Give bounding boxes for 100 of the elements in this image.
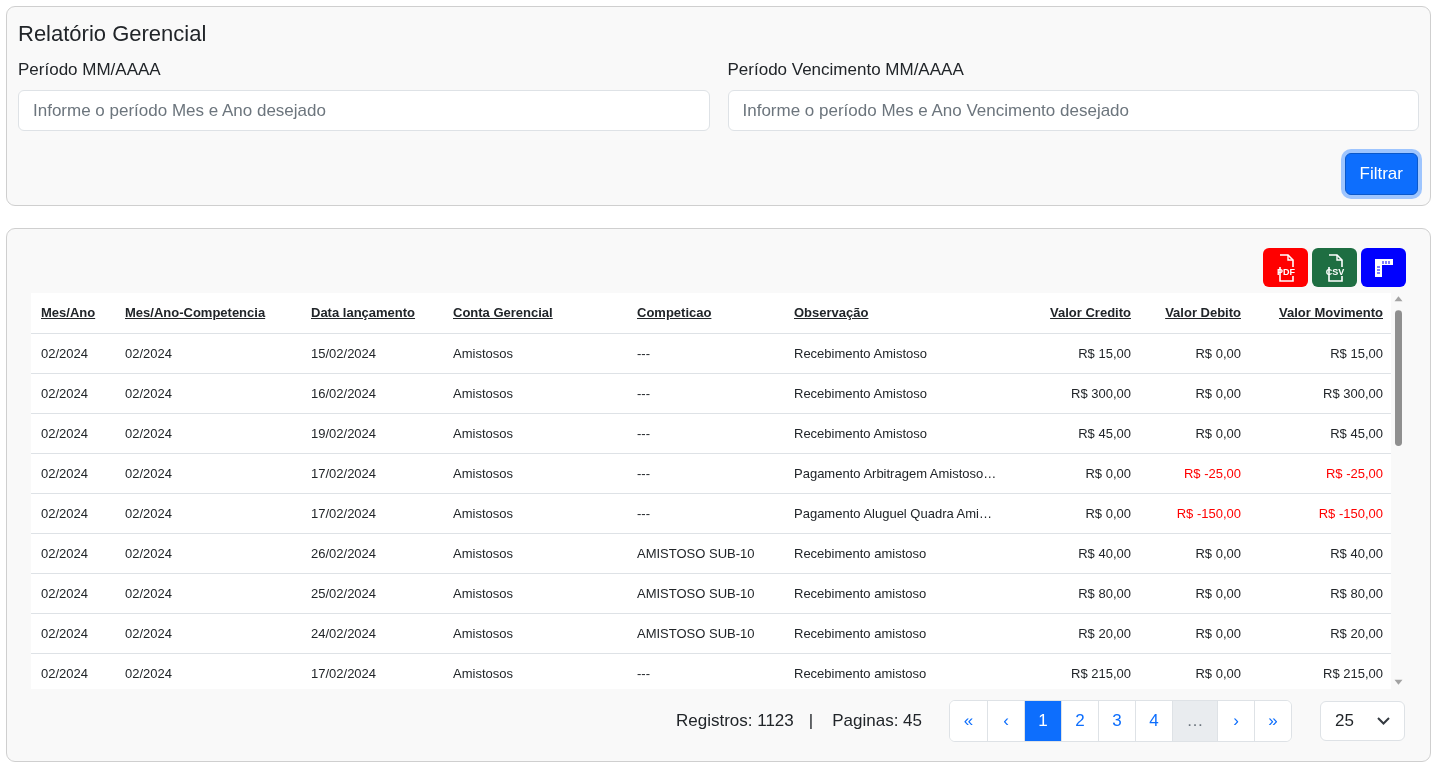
amount-cell: R$ 40,00	[1250, 533, 1391, 573]
table-cell: Amistosos	[443, 373, 627, 413]
nav-button[interactable]: »	[1254, 701, 1291, 741]
table-cell: AMISTOSO SUB-10	[627, 613, 784, 653]
records-count: Registros: 1123	[675, 711, 794, 731]
table-cell: 02/2024	[115, 493, 301, 533]
column-header[interactable]: Competicao	[637, 305, 712, 321]
table-cell: Amistosos	[443, 653, 627, 689]
amount-cell: R$ 0,00	[1140, 613, 1250, 653]
amount-cell: R$ -150,00	[1250, 493, 1391, 533]
column-header[interactable]: Mes/Ano	[41, 305, 96, 321]
table-cell: 02/2024	[115, 573, 301, 613]
table-cell: ---	[627, 373, 784, 413]
table-cell: Amistosos	[443, 333, 627, 373]
table-cell: Pagamento Aluguel Quadra Ami…	[784, 493, 1030, 533]
amount-cell: R$ 20,00	[1250, 613, 1391, 653]
table-cell: Recebimento Amistoso	[784, 333, 1030, 373]
amount-cell: R$ 0,00	[1140, 373, 1250, 413]
amount-cell: R$ 0,00	[1140, 533, 1250, 573]
table-cell: 17/02/2024	[301, 653, 443, 689]
field-label: Período Vencimento MM/AAAA	[727, 60, 964, 80]
period-input[interactable]: Informe o período Mes e Ano desejado	[18, 90, 710, 131]
columns-icon	[1373, 257, 1394, 278]
table-cell: Recebimento Amistoso	[784, 373, 1030, 413]
columns-export-button[interactable]	[1361, 248, 1406, 287]
table-cell: ---	[627, 653, 784, 689]
amount-cell: R$ 80,00	[1030, 573, 1140, 613]
table-cell: 17/02/2024	[301, 493, 443, 533]
table-cell: Amistosos	[443, 533, 627, 573]
amount-cell: R$ 215,00	[1250, 653, 1391, 689]
column-header[interactable]: Observação	[794, 305, 869, 321]
column-header[interactable]: Valor Credito	[1050, 305, 1131, 321]
amount-cell: R$ 0,00	[1140, 333, 1250, 373]
period-input[interactable]: Informe o período Mes e Ano Vencimento desejado	[727, 90, 1419, 131]
column-header[interactable]: Valor Movimento	[1278, 305, 1383, 321]
chevron-down-icon	[1377, 717, 1390, 725]
table-cell: ---	[627, 493, 784, 533]
amount-cell: R$ 45,00	[1030, 413, 1140, 453]
table-cell: AMISTOSO SUB-10	[627, 533, 784, 573]
table-cell: 02/2024	[31, 573, 115, 613]
amount-cell: R$ 80,00	[1250, 573, 1391, 613]
table-cell: 15/02/2024	[301, 333, 443, 373]
table-cell: 02/2024	[115, 373, 301, 413]
report-title: Relatório Gerencial	[18, 21, 207, 47]
table-cell: ---	[627, 453, 784, 493]
table-cell: 02/2024	[31, 533, 115, 573]
table-cell: 24/02/2024	[301, 613, 443, 653]
table-cell: Amistosos	[443, 413, 627, 453]
table-cell: ---	[627, 333, 784, 373]
table-cell: 02/2024	[31, 653, 115, 689]
table-cell: 02/2024	[115, 653, 301, 689]
amount-cell: R$ -150,00	[1140, 493, 1250, 533]
page-button[interactable]: 1	[1024, 701, 1061, 741]
table-cell: AMISTOSO SUB-10	[627, 573, 784, 613]
amount-cell: R$ 15,00	[1030, 333, 1140, 373]
table-cell: 02/2024	[115, 453, 301, 493]
column-header[interactable]: Data lançamento	[311, 305, 416, 321]
amount-cell: R$ -25,00	[1140, 453, 1250, 493]
amount-cell: R$ 0,00	[1030, 493, 1140, 533]
table-cell: 02/2024	[115, 613, 301, 653]
amount-cell: R$ 45,00	[1250, 413, 1391, 453]
table-cell: 02/2024	[115, 413, 301, 453]
ellipsis-button[interactable]: …	[1172, 701, 1217, 741]
table-cell: Amistosos	[443, 613, 627, 653]
separator: |	[808, 711, 814, 731]
table-cell: 02/2024	[31, 493, 115, 533]
amount-cell: R$ 300,00	[1250, 373, 1391, 413]
pages-count: Paginas: 45	[832, 711, 922, 731]
amount-cell: R$ 40,00	[1030, 533, 1140, 573]
table-cell: ---	[627, 413, 784, 453]
amount-cell: R$ 0,00	[1030, 453, 1140, 493]
table-cell: 02/2024	[115, 533, 301, 573]
table-cell: Amistosos	[443, 453, 627, 493]
table-cell: 02/2024	[31, 613, 115, 653]
table-cell: 02/2024	[31, 373, 115, 413]
table-cell: Recebimento amistoso	[784, 573, 1030, 613]
amount-cell: R$ 0,00	[1140, 413, 1250, 453]
table-cell: Recebimento amistoso	[784, 613, 1030, 653]
table-cell: 02/2024	[31, 453, 115, 493]
amount-cell: R$ 300,00	[1030, 373, 1140, 413]
amount-cell: R$ 215,00	[1030, 653, 1140, 689]
column-header[interactable]: Mes/Ano-Competencia	[125, 305, 266, 321]
table-cell: 02/2024	[31, 413, 115, 453]
page-size-select[interactable]: 25	[1320, 701, 1405, 741]
table-cell: Pagamento Arbitragem Amistoso…	[784, 453, 1030, 493]
table-cell: 17/02/2024	[301, 453, 443, 493]
amount-cell: R$ 20,00	[1030, 613, 1140, 653]
table-cell: Amistosos	[443, 493, 627, 533]
column-header[interactable]: Conta Gerencial	[453, 305, 553, 321]
field-label: Período MM/AAAA	[18, 60, 161, 80]
table-cell: 02/2024	[115, 333, 301, 373]
table-cell: 02/2024	[31, 333, 115, 373]
amount-cell: R$ 15,00	[1250, 333, 1391, 373]
table-cell: 16/02/2024	[301, 373, 443, 413]
table-cell: Amistosos	[443, 573, 627, 613]
column-header[interactable]: Valor Debito	[1165, 305, 1241, 321]
table-cell: 26/02/2024	[301, 533, 443, 573]
table-cell: Recebimento amistoso	[784, 533, 1030, 573]
table-cell: 19/02/2024	[301, 413, 443, 453]
amount-cell: R$ 0,00	[1140, 653, 1250, 689]
